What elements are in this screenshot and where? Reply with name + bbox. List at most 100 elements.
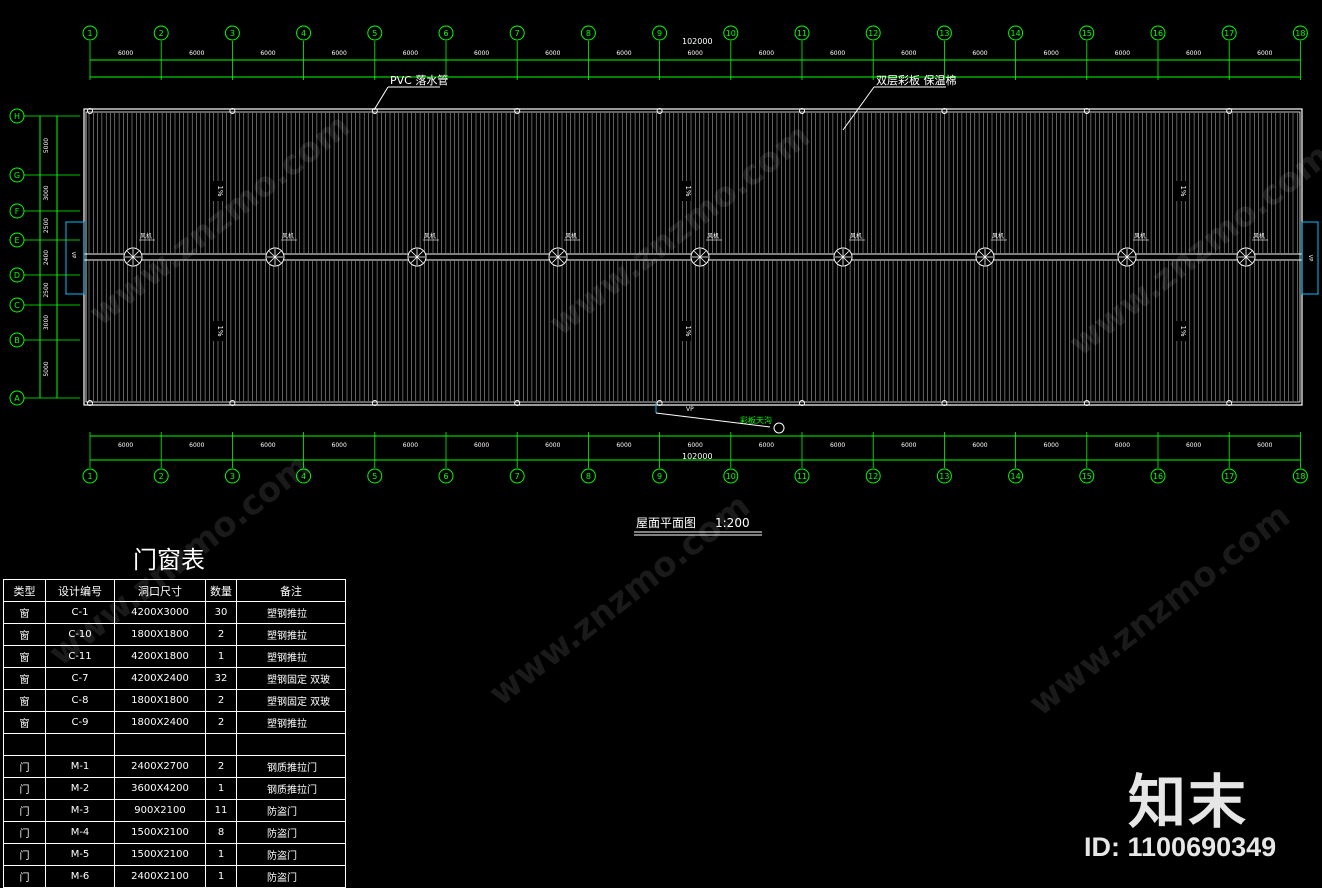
bay-dimension: 6000: [759, 442, 774, 449]
fan-icon: [833, 247, 853, 267]
axis-label: 2: [159, 472, 164, 481]
fan-icon: [1236, 247, 1256, 267]
bay-dimension: 6000: [545, 50, 560, 57]
cell-code: M-5: [45, 843, 115, 866]
axis-label: 10: [726, 472, 736, 481]
axis-label: 2: [159, 29, 164, 38]
table-row: 门 M-2 3600X4200 1 钢质推拉门: [3, 777, 346, 800]
cell-code: C-9: [45, 711, 115, 734]
table-row: 门 M-5 1500X2100 1 防盗门: [3, 843, 346, 866]
cell-qty: 30: [205, 601, 237, 624]
vp-label: VP: [1307, 255, 1313, 261]
row-dimension: 5000: [43, 361, 50, 376]
cell-note: 防盗门: [236, 865, 346, 888]
cell-qty: 1: [205, 843, 237, 866]
cell-note: 防盗门: [236, 821, 346, 844]
table-row: 门 M-1 2400X2700 2 钢质推拉门: [3, 755, 346, 778]
cell-note: 塑钢固定 双玻: [236, 689, 346, 712]
cell-code: M-2: [45, 777, 115, 800]
cell-size: 4200X2400: [114, 667, 206, 690]
bay-dimension: 6000: [1115, 442, 1130, 449]
axis-label: 9: [657, 29, 662, 38]
downpipe-label: PVC 落水管: [390, 73, 448, 87]
axis-label: 13: [939, 472, 949, 481]
fan-icon: [548, 247, 568, 267]
axis-label: 18: [1295, 29, 1305, 38]
table-row: 窗 C-8 1800X1800 2 塑钢固定 双玻: [3, 689, 346, 712]
fan-label: 风机: [565, 232, 577, 240]
axis-label: 13: [939, 29, 949, 38]
table-row: 窗 C-9 1800X2400 2 塑钢推拉: [3, 711, 346, 734]
cell-code: C-8: [45, 689, 115, 712]
axis-label: 16: [1153, 29, 1163, 38]
axis-label: 15: [1082, 29, 1092, 38]
axis-label: C: [14, 301, 20, 310]
cell-qty: 1: [205, 777, 237, 800]
bay-dimension: 6000: [474, 442, 489, 449]
cell-code: M-1: [45, 755, 115, 778]
header-qty: 数量: [205, 579, 237, 602]
bay-dimension: 6000: [830, 442, 845, 449]
total-length-top: 102000: [682, 37, 713, 46]
cell-type: 门: [3, 755, 46, 778]
cell-note: [236, 733, 346, 756]
table-row: 窗 C-10 1800X1800 2 塑钢推拉: [3, 623, 346, 646]
cell-type: 窗: [3, 645, 46, 668]
cell-type: 门: [3, 865, 46, 888]
vp-label-bottom: VP: [686, 406, 694, 413]
bay-dimension: 6000: [1186, 442, 1201, 449]
axis-label: B: [14, 336, 20, 345]
total-length-bottom: 102000: [682, 452, 713, 461]
axis-label: 7: [515, 472, 520, 481]
bay-dimension: 6000: [1186, 50, 1201, 57]
door-window-table: 类型 设计编号 洞口尺寸 数量 备注 窗 C-1 4200X3000 30 塑钢推拉窗 C…: [3, 579, 346, 888]
bay-dimension: 6000: [901, 442, 916, 449]
cell-size: 1800X1800: [114, 623, 206, 646]
cell-code: M-3: [45, 799, 115, 822]
axis-label: H: [14, 112, 20, 121]
axis-label: 6: [443, 29, 448, 38]
fan-label: 风机: [282, 232, 294, 240]
cell-size: 1500X2100: [114, 843, 206, 866]
cell-size: 1500X2100: [114, 821, 206, 844]
table-header-row: 类型 设计编号 洞口尺寸 数量 备注: [3, 579, 346, 602]
vp-label: VP: [70, 252, 76, 258]
bay-dimension: 6000: [1257, 50, 1272, 57]
bay-dimension: 6000: [474, 50, 489, 57]
bay-dimension: 6000: [118, 442, 133, 449]
cell-note: 防盗门: [236, 843, 346, 866]
panel-label: 双层彩板 保温棉: [876, 73, 957, 87]
axis-label: F: [15, 207, 20, 216]
cell-type: 窗: [3, 601, 46, 624]
table-row: 窗 C-11 4200X1800 1 塑钢推拉: [3, 645, 346, 668]
table-body: 窗 C-1 4200X3000 30 塑钢推拉窗 C-10 1800X1800 2 塑钢推拉窗 C…: [3, 601, 346, 888]
bay-dimension: 6000: [189, 442, 204, 449]
table-row: 窗 C-7 4200X2400 32 塑钢固定 双玻: [3, 667, 346, 690]
bay-dimension: 6000: [403, 50, 418, 57]
cell-qty: 8: [205, 821, 237, 844]
table-row: 窗 C-1 4200X3000 30 塑钢推拉: [3, 601, 346, 624]
slope-label: 1%: [216, 325, 224, 336]
cell-qty: 2: [205, 755, 237, 778]
row-dimension: 3000: [43, 185, 50, 200]
cell-code: C-11: [45, 645, 115, 668]
cell-note: 塑钢推拉: [236, 601, 346, 624]
row-dimension: 5000: [43, 138, 50, 153]
fan-label: 风机: [707, 232, 719, 240]
cell-qty: 2: [205, 711, 237, 734]
table-title: 门窗表: [133, 546, 205, 574]
axis-label: 12: [868, 472, 878, 481]
bay-dimension: 6000: [759, 50, 774, 57]
axis-label: G: [14, 171, 20, 180]
table-row: 门 M-3 900X2100 11 防盗门: [3, 799, 346, 822]
axis-label: 14: [1011, 29, 1021, 38]
cell-qty: 1: [205, 645, 237, 668]
cell-code: M-4: [45, 821, 115, 844]
axis-label: 3: [230, 29, 235, 38]
header-size: 洞口尺寸: [114, 579, 206, 602]
axis-label: 4: [301, 29, 306, 38]
fan-label: 风机: [1134, 232, 1146, 240]
bay-dimension: 6000: [118, 50, 133, 57]
axis-label: 10: [726, 29, 736, 38]
cell-type: 门: [3, 821, 46, 844]
